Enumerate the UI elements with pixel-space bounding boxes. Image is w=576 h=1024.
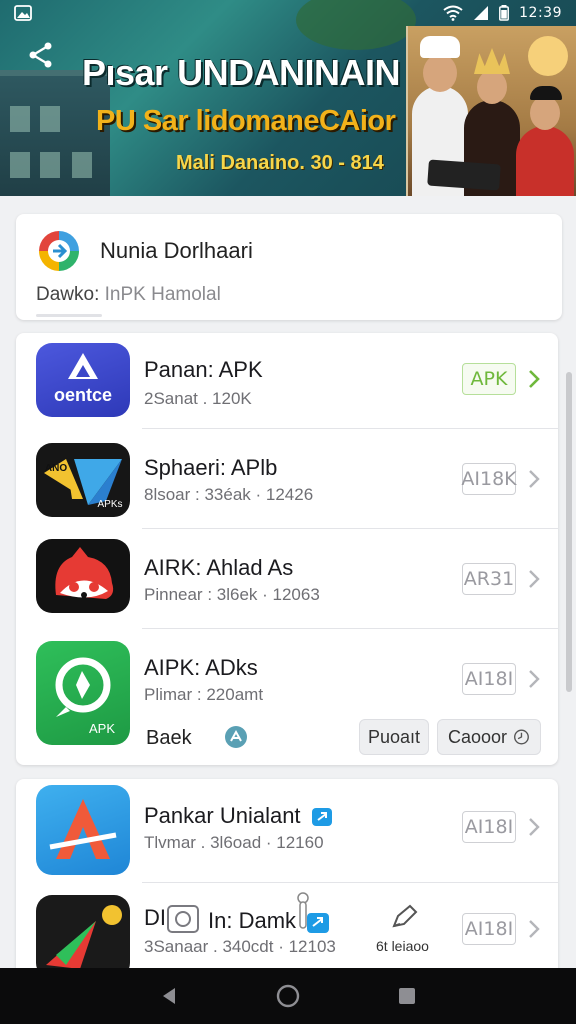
apk-badge[interactable]: APK (462, 363, 516, 395)
apk-arrow-icon: ANO APKs (36, 443, 130, 517)
timer-icon (514, 729, 529, 745)
list-item-expanded[interactable]: APK AIPK: ADks Plimar : 220amt AI18I Bae… (16, 633, 558, 765)
scrollbar[interactable] (566, 372, 572, 692)
image-icon[interactable] (166, 902, 200, 936)
app-name: AIPK: ADks (144, 655, 258, 680)
list-item[interactable]: Pankar Unialant Tlvmar . 3l6oad · 12160 … (16, 779, 558, 883)
chevron-right-icon[interactable] (526, 368, 542, 390)
app-meta: 3Sanaar . 340cdt · 12103 (144, 937, 336, 956)
banner-subtitle: PU Sar lidomaneCAior (96, 105, 396, 137)
apk-badge[interactable]: AI18I (462, 663, 516, 695)
list-item[interactable]: ANO APKs Sphaeri: APlb 8lsoar : 33éak · … (16, 433, 558, 529)
apk-badge[interactable]: AI18I (462, 811, 516, 843)
link-badge-icon[interactable] (306, 912, 330, 934)
apk-refresh-icon: APK (36, 641, 130, 745)
apk-badge[interactable]: AI18I (462, 913, 516, 945)
primary-action-button[interactable]: Puoaıt (359, 719, 429, 755)
app-name: Sphaeri: APlb (144, 455, 278, 480)
secondary-action-label: Caooor (448, 726, 508, 747)
store-title: Nunia Dorlhaari (100, 238, 253, 263)
chevron-right-icon[interactable] (526, 918, 542, 940)
icon-text-top: ANO (45, 463, 67, 474)
app-meta: 2Sanat . 120K (144, 389, 252, 408)
paper-plane-icon (36, 895, 130, 979)
app-list-card-2: Pankar Unialant Tlvmar . 3l6oad · 12160 … (16, 779, 558, 979)
chevron-right-icon[interactable] (526, 816, 542, 838)
banner-photo (406, 26, 576, 196)
banner-title: Pısar UNDANINAIN (82, 52, 401, 93)
a-triangle-icon (36, 785, 130, 875)
tab-indicator (36, 314, 102, 317)
link-badge-icon (311, 808, 332, 827)
app-name: DI (144, 905, 166, 931)
chevron-right-icon[interactable] (526, 668, 542, 690)
app-meta: Pinnear : 3l6ek · 12063 (144, 585, 320, 604)
signal-icon (474, 6, 489, 20)
store-subtitle-value: InPK Hamolal (104, 284, 221, 305)
app-name-text: Pankar Unialant (144, 803, 301, 828)
chevron-right-icon[interactable] (526, 568, 542, 590)
store-subtitle-label: Dawko: (36, 284, 100, 305)
app-meta: Plimar : 220amt (144, 685, 264, 704)
wifi-icon (443, 5, 463, 21)
list-item[interactable]: oentce Panan: APK 2Sanat . 120K APK (16, 333, 558, 429)
edit-icon[interactable] (390, 902, 420, 932)
svg-text:oentce: oentce (54, 385, 112, 405)
recents-square-icon (398, 988, 415, 1004)
back-button[interactable]: Baek (146, 727, 192, 750)
battery-icon (499, 5, 510, 21)
ghost-cat-icon (36, 539, 130, 613)
promo-banner[interactable]: Pısar UNDANINAIN PU Sar lidomaneCAior Ma… (0, 0, 576, 196)
status-time: 12:39 (519, 5, 562, 21)
chevron-right-icon[interactable] (526, 468, 542, 490)
settings-badge-icon[interactable] (224, 725, 248, 749)
nav-recents-button[interactable] (391, 980, 423, 1012)
a-letter-icon: oentce (36, 343, 130, 417)
list-item[interactable]: AIRK: Ahlad As Pinnear : 3l6ek · 12063 A… (16, 531, 558, 629)
icon-text: APK (89, 721, 115, 736)
primary-action-label: Puoaıt (367, 726, 421, 747)
app-meta: Tlvmar . 3l6oad · 12160 (144, 833, 324, 852)
status-bar: 12:39 (0, 0, 576, 26)
system-nav-bar (0, 968, 576, 1024)
app-name: AIRK: Ahlad As (144, 555, 294, 580)
app-list-card: oentce Panan: APK 2Sanat . 120K APK ANO … (16, 333, 558, 765)
app-name-text: DI (144, 905, 166, 930)
icon-text-bottom: APKs (97, 499, 122, 510)
banner-tagline: Mali Danaino. 30 - 814 (176, 152, 384, 174)
share-icon[interactable] (26, 40, 56, 70)
app-meta: 8lsoar : 33éak · 12426 (144, 485, 314, 504)
nav-home-button[interactable] (272, 980, 304, 1012)
overlay-label: 6t leiaoo (376, 938, 429, 954)
back-triangle-icon (163, 988, 176, 1004)
store-logo-icon (39, 231, 79, 271)
app-name: Pankar Unialant (144, 803, 333, 829)
home-circle-icon (276, 984, 300, 1008)
store-header-card[interactable]: Nunia Dorlhaari Dawko: InPK Hamolal (16, 214, 562, 320)
apk-badge[interactable]: AR31 (462, 563, 516, 595)
apk-badge[interactable]: AI18K (461, 463, 517, 495)
app-name: Panan: APK (144, 357, 263, 382)
nav-back-button[interactable] (153, 980, 185, 1012)
overlay-name: In: Damk (208, 908, 297, 933)
secondary-action-button[interactable]: Caooor (437, 719, 541, 755)
gallery-notification-icon (14, 5, 32, 21)
store-subtitle: Dawko: InPK Hamolal (36, 284, 221, 306)
